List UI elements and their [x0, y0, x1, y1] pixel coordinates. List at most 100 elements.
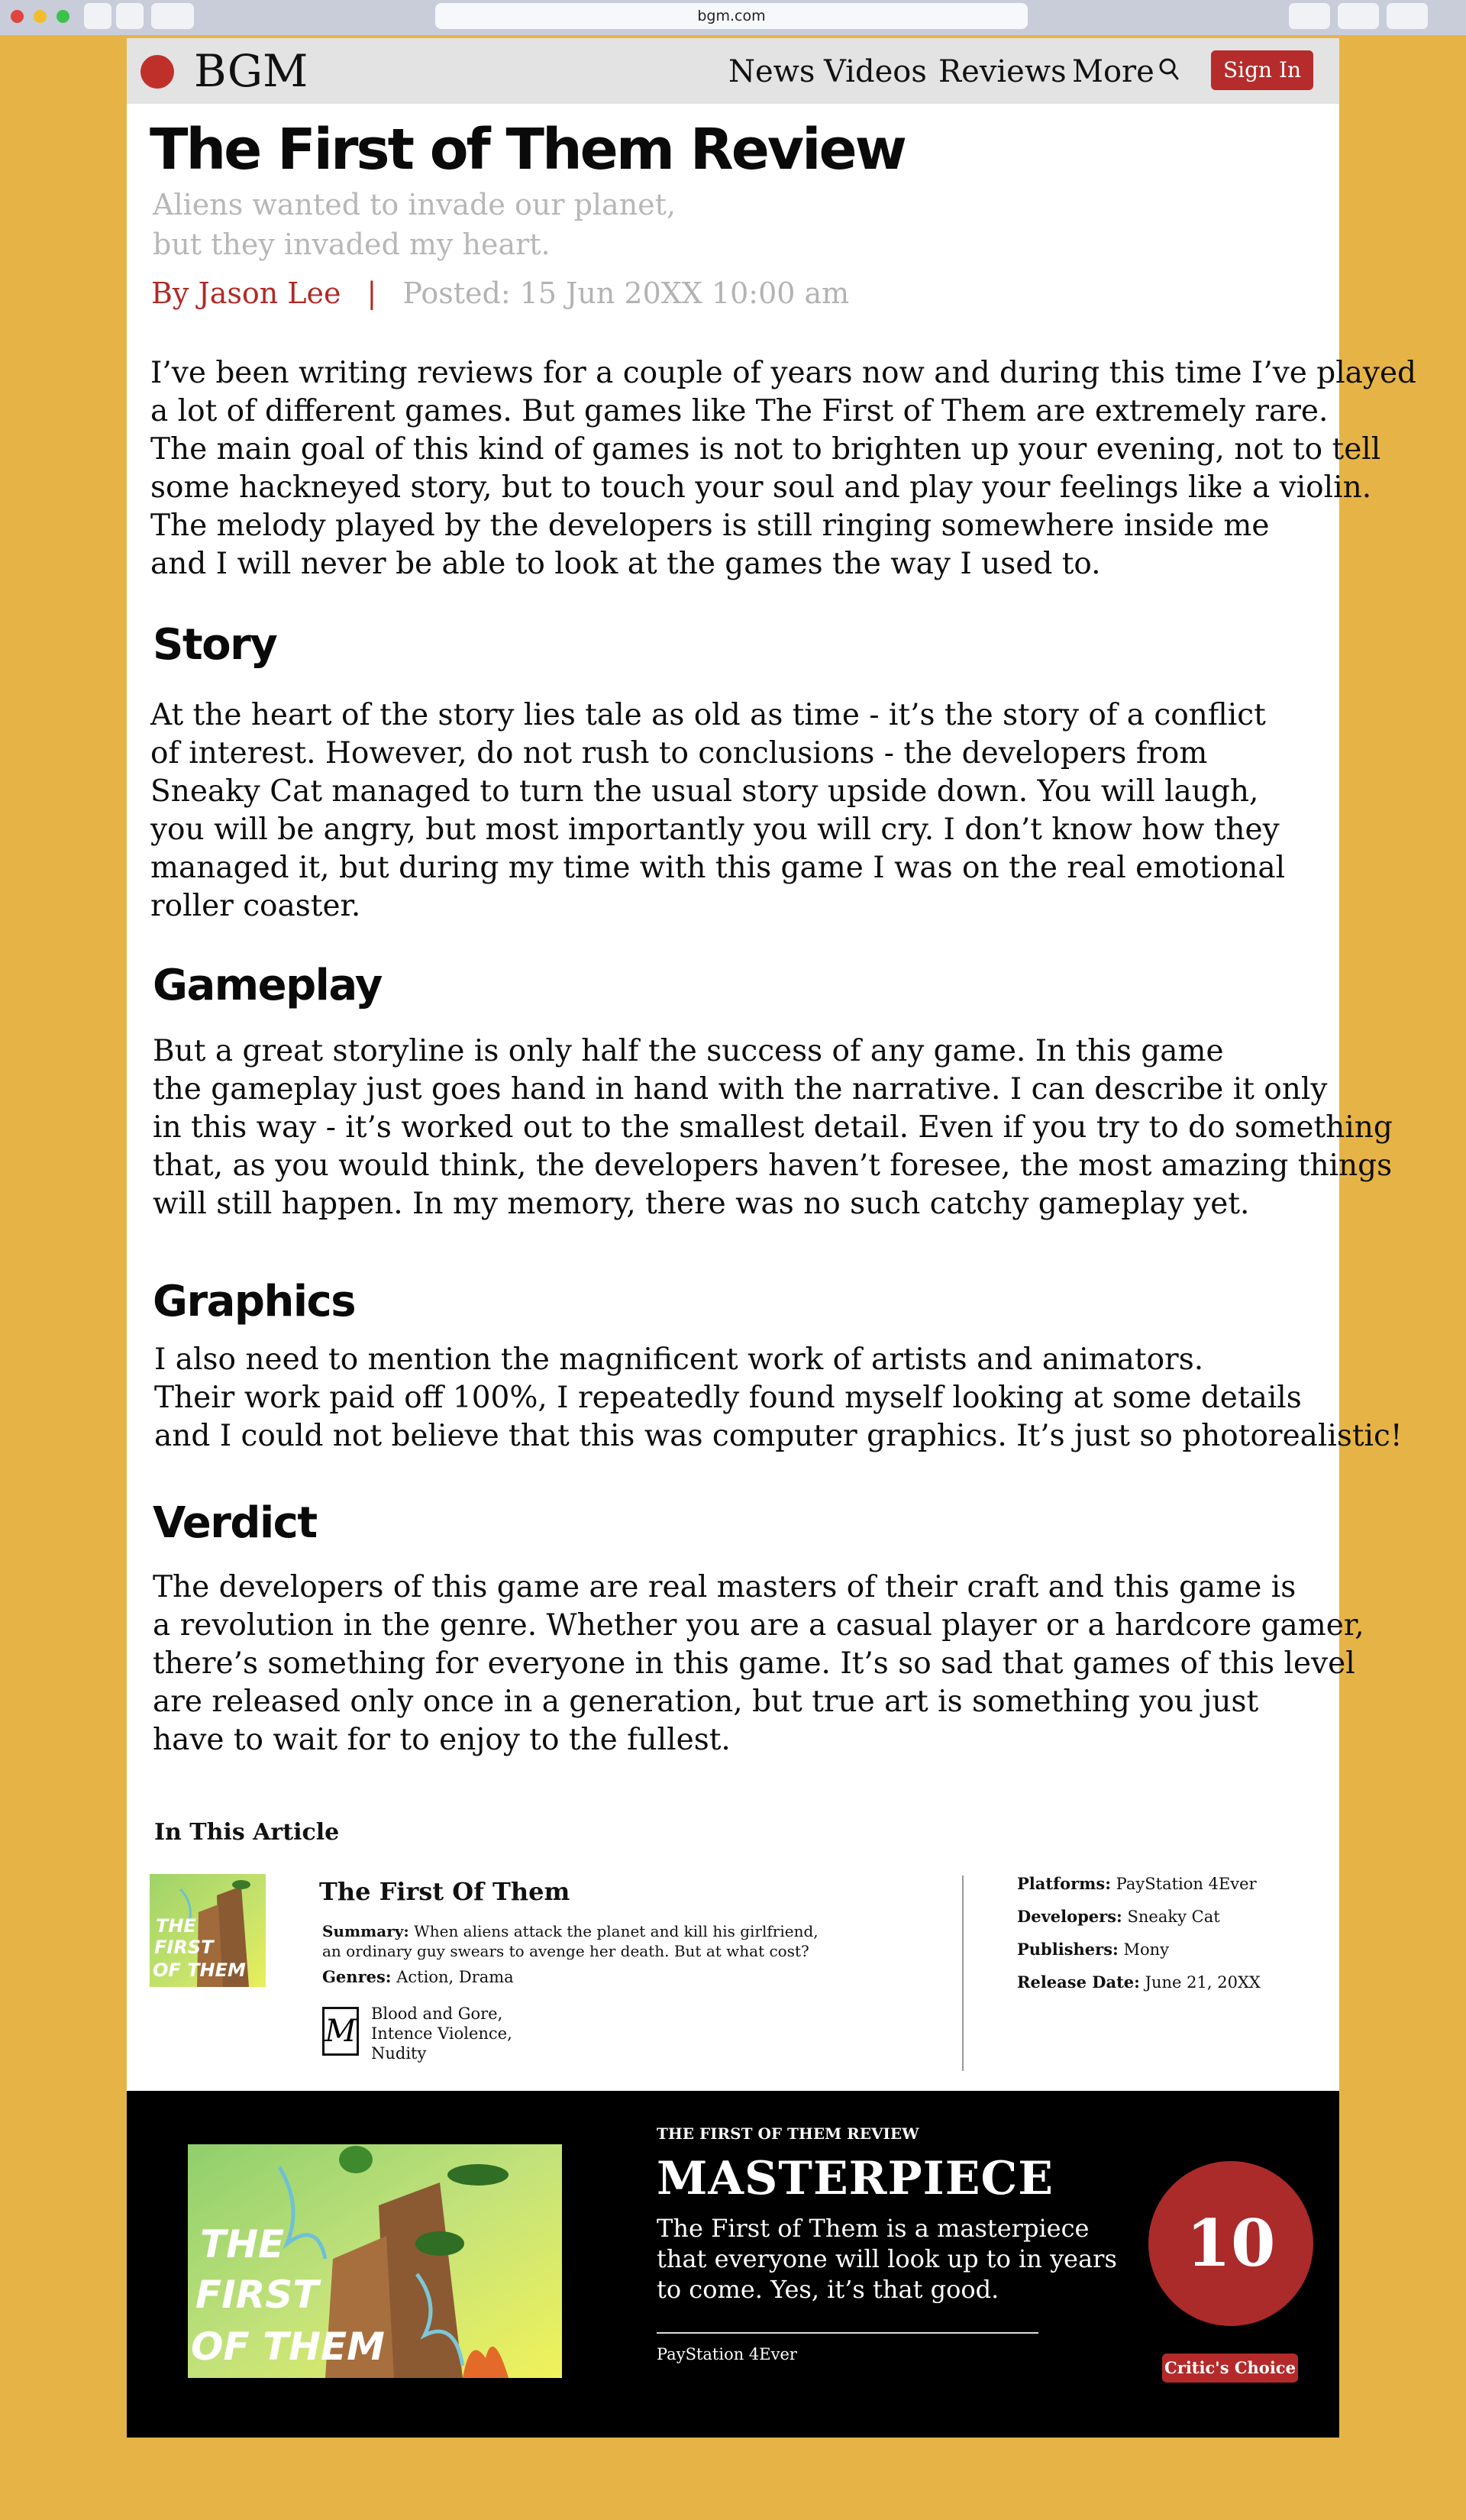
- forward-button[interactable]: [116, 3, 144, 29]
- paragraph-line: will still happen. In my memory, there w…: [153, 1187, 1250, 1221]
- review-kicker: THE FIRST OF THEM REVIEW: [657, 2124, 919, 2143]
- minimize-window-icon[interactable]: [34, 10, 47, 23]
- divider: [962, 1875, 964, 2071]
- subtitle-line: but they invaded my heart.: [153, 228, 551, 261]
- paragraph-line: The main goal of this kind of games is n…: [150, 432, 1381, 467]
- summary-line: an ordinary guy swears to avenge her dea…: [322, 1942, 809, 1960]
- detail-label: Platforms:: [1017, 1874, 1111, 1893]
- share-button[interactable]: [1289, 3, 1330, 29]
- descriptor: Nudity: [371, 2044, 427, 2063]
- detail-label: Publishers:: [1017, 1940, 1119, 1959]
- game-summary: Summary: When aliens attack the planet a…: [322, 1921, 819, 1961]
- summary-label: Summary:: [322, 1922, 409, 1940]
- detail-label: Release Date:: [1017, 1972, 1140, 1992]
- detail-publishers: Publishers: Mony: [1017, 1940, 1261, 1959]
- descriptor: Blood and Gore,: [371, 2005, 503, 2023]
- section-heading-story: Story: [153, 620, 278, 670]
- paragraph-line: At the heart of the story lies tale as o…: [150, 698, 1266, 732]
- intro-paragraph: I’ve been writing reviews for a couple o…: [150, 354, 1416, 583]
- paragraph-line: I also need to mention the magnificent w…: [154, 1342, 1204, 1377]
- paragraph-line: The developers of this game are real mas…: [153, 1570, 1296, 1604]
- paragraph-line: you will be angry, but most importantly …: [150, 813, 1280, 847]
- site-header: BGM News Videos Reviews More Sign In: [127, 38, 1339, 104]
- paragraph-line: the gameplay just goes hand in hand with…: [153, 1072, 1328, 1107]
- sign-in-button[interactable]: Sign In: [1211, 50, 1313, 90]
- gameplay-paragraph: But a great storyline is only half the s…: [153, 1032, 1393, 1223]
- subtitle-line: Aliens wanted to invade our planet,: [153, 188, 676, 221]
- paragraph-line: I’ve been writing reviews for a couple o…: [150, 356, 1417, 390]
- game-title-link[interactable]: The First Of Them: [319, 1875, 570, 1908]
- paragraph-line: managed it, but during my time with this…: [150, 851, 1286, 885]
- nav-more[interactable]: More: [1072, 50, 1154, 93]
- paragraph-line: a lot of different games. But games like…: [150, 394, 1329, 428]
- reviewed-platform: PayStation 4Ever: [657, 2345, 797, 2363]
- story-paragraph: At the heart of the story lies tale as o…: [150, 696, 1285, 926]
- paragraph-line: there’s something for everyone in this g…: [153, 1646, 1355, 1681]
- divider: [657, 2332, 1038, 2334]
- verdict-banner: THE FIRST OF THEM THE FIRST OF THEM REVI…: [127, 2091, 1339, 2438]
- game-cover-thumbnail[interactable]: THE FIRST OF THEM: [150, 1874, 266, 1987]
- paragraph-line: have to wait for to enjoy to the fullest…: [153, 1723, 731, 1757]
- tabs-overview-button[interactable]: [1387, 3, 1428, 29]
- detail-value: Mony: [1123, 1940, 1170, 1959]
- nav-news[interactable]: News: [728, 50, 815, 93]
- detail-release-date: Release Date: June 21, 20XX: [1017, 1972, 1261, 1992]
- author-link[interactable]: By Jason Lee: [151, 276, 341, 310]
- review-page: BGM News Videos Reviews More Sign In The…: [127, 38, 1416, 2438]
- game-key-art: THE FIRST OF THEM: [188, 2144, 562, 2378]
- verdict-title: MASTERPIECE: [657, 2152, 1054, 2205]
- nav-reviews[interactable]: Reviews: [938, 50, 1067, 93]
- paragraph-line: The melody played by the developers is s…: [150, 509, 1270, 543]
- section-heading-verdict: Verdict: [153, 1498, 318, 1548]
- key-art-image: THE FIRST OF THEM: [188, 2144, 562, 2378]
- paragraph-line: Their work paid off 100%, I repeatedly f…: [154, 1381, 1302, 1415]
- esrb-mature-rating-icon: M: [322, 2007, 359, 2056]
- verdict-line: that everyone will look up to in years: [657, 2244, 1117, 2273]
- in-this-article-label: In This Article: [154, 1819, 340, 1846]
- detail-developers: Developers: Sneaky Cat: [1017, 1907, 1261, 1927]
- address-bar[interactable]: bgm.com: [435, 3, 1028, 29]
- detail-label: Developers:: [1017, 1907, 1122, 1926]
- genres-value: Action, Drama: [396, 1968, 514, 1986]
- logo-icon[interactable]: [140, 55, 174, 89]
- key-art-title-line: FIRST: [195, 2273, 321, 2317]
- critics-choice-badge: Critic's Choice: [1162, 2354, 1298, 2383]
- paragraph-line: But a great storyline is only half the s…: [153, 1034, 1224, 1068]
- graphics-paragraph: I also need to mention the magnificent w…: [154, 1341, 1403, 1455]
- paragraph-line: and I could not believe that this was co…: [154, 1419, 1403, 1453]
- nav-videos[interactable]: Videos: [824, 50, 927, 93]
- key-art-title-line: OF THEM: [191, 2325, 385, 2369]
- paragraph-line: some hackneyed story, but to touch your …: [150, 470, 1372, 505]
- post-date: Posted: 15 Jun 20XX 10:00 am: [402, 276, 850, 310]
- new-tab-button[interactable]: [1338, 3, 1379, 29]
- genres-label: Genres:: [322, 1967, 392, 1986]
- cover-title-line: THE: [156, 1915, 196, 1937]
- browser-chrome: bgm.com: [0, 0, 1466, 35]
- review-score: 10: [1148, 2161, 1313, 2326]
- paragraph-line: are released only once in a generation, …: [153, 1685, 1259, 1719]
- cover-title-line: OF THEM: [153, 1959, 246, 1981]
- game-genres: Genres: Action, Drama: [322, 1967, 514, 1987]
- paragraph-line: of interest. However, do not rush to con…: [150, 736, 1208, 771]
- back-button[interactable]: [84, 3, 111, 29]
- detail-value: PayStation 4Ever: [1116, 1875, 1257, 1893]
- descriptor: Intence Violence,: [371, 2024, 512, 2043]
- site-logo[interactable]: BGM: [194, 44, 308, 98]
- key-art-title-line: THE: [200, 2222, 284, 2266]
- sidebar-button[interactable]: [151, 3, 194, 29]
- byline-separator: |: [366, 276, 377, 310]
- section-heading-graphics: Graphics: [153, 1277, 357, 1326]
- search-icon[interactable]: [1157, 57, 1180, 84]
- maximize-window-icon[interactable]: [57, 10, 69, 23]
- paragraph-line: that, as you would think, the developers…: [153, 1149, 1393, 1183]
- paragraph-line: Sneaky Cat managed to turn the usual sto…: [150, 774, 1259, 809]
- cover-art: THE FIRST OF THEM: [150, 1874, 266, 1987]
- close-window-icon[interactable]: [11, 10, 24, 23]
- summary-line: When aliens attack the planet and kill h…: [414, 1922, 819, 1940]
- game-details: Platforms: PayStation 4Ever Developers: …: [1017, 1874, 1261, 1992]
- detail-value: June 21, 20XX: [1145, 1973, 1261, 1992]
- paragraph-line: in this way - it’s worked out to the sma…: [153, 1110, 1393, 1145]
- section-heading-gameplay: Gameplay: [153, 961, 383, 1010]
- verdict-paragraph: The developers of this game are real mas…: [153, 1569, 1364, 1759]
- detail-platforms: Platforms: PayStation 4Ever: [1017, 1874, 1261, 1894]
